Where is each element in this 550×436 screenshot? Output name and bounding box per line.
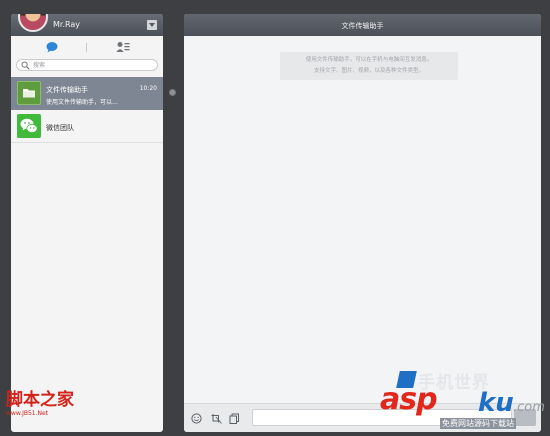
notice-line: 使用文件传输助手，可以在手机与电脑间互发消息。 [305, 57, 433, 63]
account-menu-button[interactable] [147, 20, 157, 30]
file-icon[interactable] [229, 413, 240, 424]
conversation-sidebar: Mr.Ray 文件传输助手 使用文件传输助 [11, 14, 163, 432]
username: Mr.Ray [53, 20, 81, 29]
conversation-name: 微信团队 [46, 124, 74, 132]
conversation-item-wechat-team[interactable]: 微信团队 [11, 110, 163, 143]
conversation-preview: 使用文件传输助手，可以… [46, 99, 119, 106]
search-input[interactable] [33, 60, 151, 70]
panel-splitter-handle[interactable] [169, 89, 176, 96]
folder-icon [17, 81, 41, 105]
watermark-logo-ku: ku [478, 388, 514, 418]
sidebar-tabs [11, 39, 163, 57]
watermark-logo: asp [380, 382, 438, 417]
notice-line: 支持文字、图片、视频，以及各种文件类型。 [313, 68, 424, 74]
system-notice: 使用文件传输助手，可以在手机与电脑间互发消息。 支持文字、图片、视频，以及各种文… [280, 52, 458, 80]
emoji-icon[interactable] [191, 413, 202, 424]
jb51-watermark: 脚本之家 www.JB51.Net [6, 390, 74, 417]
chat-title: 文件传输助手 [341, 22, 384, 30]
watermark-logo-com: .com [513, 400, 545, 415]
tab-divider [86, 43, 87, 52]
chat-header: 文件传输助手 [184, 14, 541, 36]
search-icon [21, 61, 30, 70]
search-box[interactable] [16, 59, 158, 71]
watermark-url: www.JB51.Net [6, 410, 49, 417]
wechat-logo-icon [17, 114, 41, 138]
watermark-title: 脚本之家 [6, 390, 74, 410]
conversation-time: 10:20 [139, 85, 157, 92]
conversation-name: 文件传输助手 [46, 86, 88, 94]
conversation-item-file-transfer[interactable]: 文件传输助手 使用文件传输助手，可以… 10:20 [11, 77, 163, 110]
chat-tab-icon[interactable] [45, 41, 59, 53]
watermark-subtitle: 免费网站源码下载站 [440, 418, 516, 429]
aspku-watermark: 手机世界 asp ku .com 免费网站源码下载站 [380, 368, 550, 436]
screenshot-icon[interactable] [211, 413, 222, 424]
contacts-tab-icon[interactable] [116, 41, 130, 53]
